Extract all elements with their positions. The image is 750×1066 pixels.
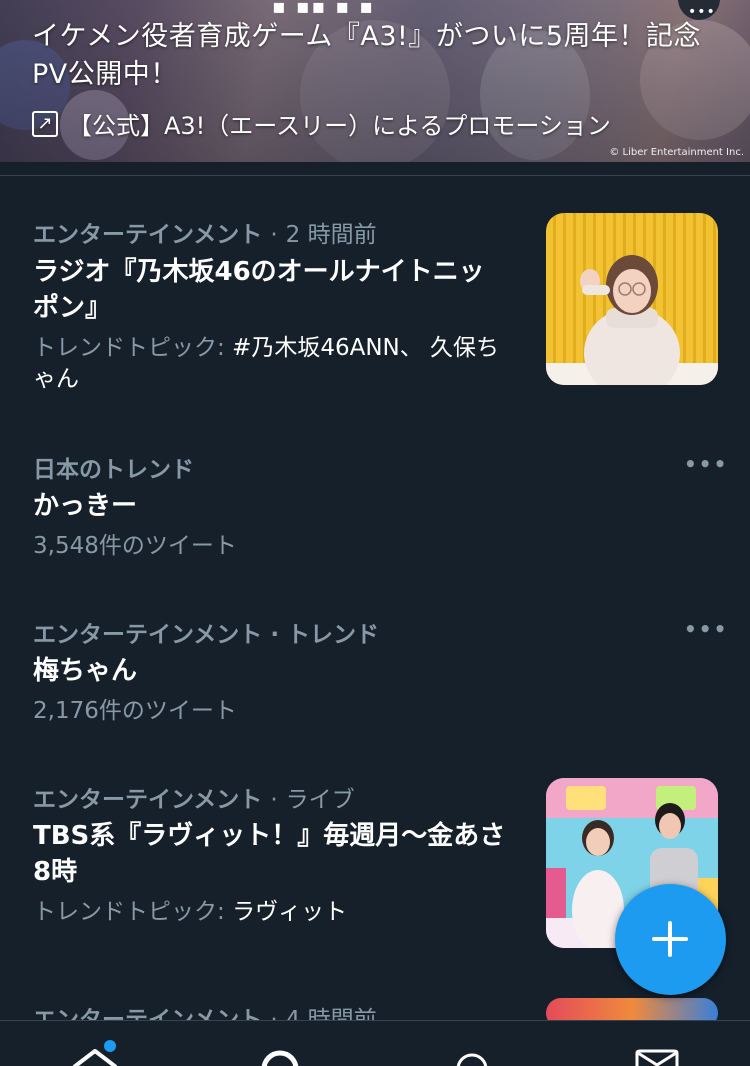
tab-notifications[interactable] [450, 1047, 494, 1066]
divider [0, 175, 750, 176]
tweet-count: 3,548件のツイート [33, 533, 237, 559]
promo-source-label: 【公式】A3!（エースリー）によるプロモーション [68, 112, 611, 140]
trend-title: 梅ちゃん [33, 656, 138, 686]
trend-topics-label: トレンドトピック: [33, 335, 233, 361]
trend-time: ライブ [285, 787, 355, 813]
promo-source[interactable]: ↗ 【公式】A3!（エースリー）によるプロモーション [32, 106, 611, 141]
trend-topics: トレンドトピック: ラヴィット [33, 897, 347, 928]
promoted-banner[interactable]: ▪ ▪▪ ▪ ▪ ••• イケメン役者育成ゲーム『A3!』がついに5周年！記念P… [0, 0, 750, 162]
meta-separator: · [270, 222, 278, 248]
trend-topics-label: トレンドトピック: [33, 899, 233, 925]
promo-title: イケメン役者育成ゲーム『A3!』がついに5周年！記念PV公開中！ [32, 21, 702, 90]
trend-category: 日本のトレンド [33, 457, 194, 483]
notifications-icon [456, 1053, 488, 1066]
trend-thumbnail[interactable] [546, 213, 718, 385]
trend-category: エンターテインメント · トレンド [33, 622, 380, 648]
compose-tweet-button[interactable] [615, 884, 726, 995]
meta-separator: · [270, 787, 278, 813]
more-icon[interactable]: ••• [684, 617, 728, 641]
tab-explore[interactable] [258, 1047, 302, 1066]
trend-category: エンターテインメント [33, 787, 263, 813]
trend-time: 2 時間前 [285, 222, 377, 248]
promo-copyright: © Liber Entertainment Inc. [609, 147, 744, 158]
tab-messages[interactable] [634, 1049, 680, 1066]
messages-icon [635, 1049, 679, 1066]
trend-category: エンターテインメント [33, 222, 263, 248]
trend-meta: エンターテインメント · ライブ [33, 780, 355, 814]
trend-title: ラジオ『乃木坂46のオールナイトニッポン』 [33, 257, 485, 323]
trend-topics-value: ラヴィット [232, 899, 348, 925]
trend-title: TBS系『ラヴィット！』毎週月〜金あさ8時 [33, 821, 506, 887]
trend-meta: エンターテインメント · 2 時間前 [33, 215, 377, 249]
banner-top-mark: ▪ ▪▪ ▪ ▪ [272, 0, 375, 18]
unread-badge [104, 1040, 116, 1052]
external-link-icon: ↗ [32, 110, 58, 137]
trend-topics: トレンドトピック: #乃木坂46ANN、 久保ちゃん [33, 333, 513, 395]
trend-title: かっきー [33, 491, 138, 521]
tweet-count: 2,176件のツイート [33, 698, 237, 724]
more-icon[interactable]: ••• [684, 452, 728, 476]
search-icon [261, 1050, 299, 1066]
